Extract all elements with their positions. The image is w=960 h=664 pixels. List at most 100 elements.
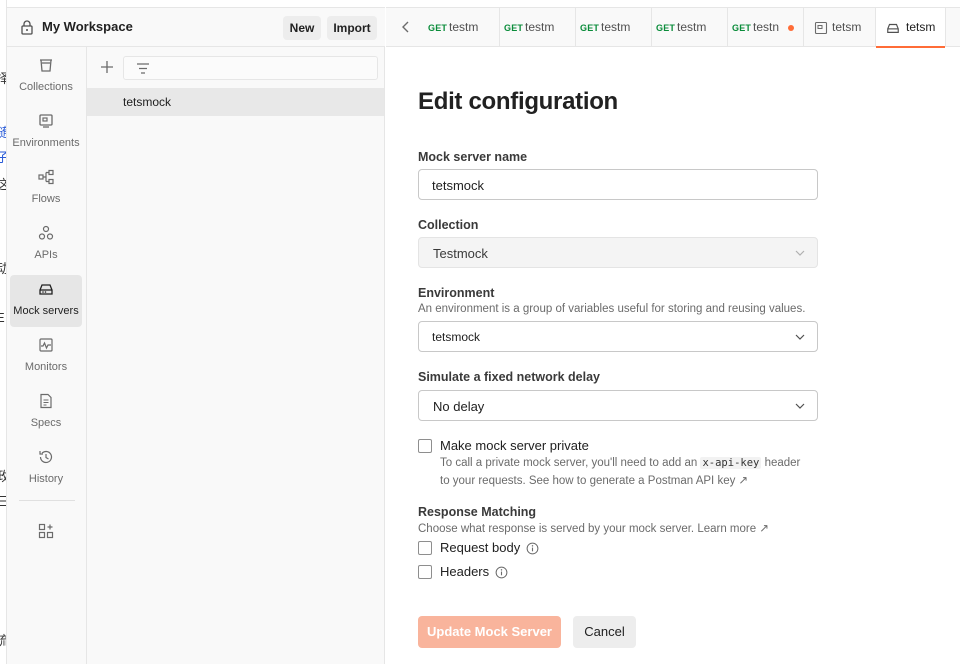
- delay-select[interactable]: No delay: [418, 390, 818, 421]
- collection-select: Testmock: [418, 237, 818, 268]
- sidebar-item-label: Flows: [31, 193, 61, 205]
- request-icon: [814, 21, 828, 35]
- sidebar-item-flows[interactable]: Flows: [10, 163, 82, 215]
- delay-value: No delay: [433, 399, 485, 414]
- list-item[interactable]: tetsmock: [87, 88, 384, 116]
- sidebar-item-specs[interactable]: Specs: [10, 387, 82, 439]
- lock-icon: [21, 20, 33, 35]
- sidebar-item-label: Collections: [19, 81, 73, 93]
- unsaved-changes-dot: [788, 25, 794, 31]
- tab-request[interactable]: GET testm: [424, 8, 500, 47]
- tab-bar: GET testm GET testm GET testm GET testm …: [386, 7, 960, 48]
- sidebar-item-label: APIs: [34, 249, 58, 261]
- sidebar-item-collections[interactable]: Collections: [10, 51, 82, 103]
- sidebar-item-label: History: [28, 473, 64, 485]
- chevron-down-icon: [795, 334, 805, 340]
- tab-name: testm: [677, 20, 707, 34]
- background-glyph: 随: [0, 122, 6, 141]
- mock-name-label: Mock server name: [418, 150, 528, 164]
- tab-method: GET: [580, 23, 600, 33]
- tab-method: GET: [428, 23, 448, 33]
- sidebar: Collections Environments Flows APIs Mock…: [7, 47, 87, 664]
- tab-request[interactable]: GET testm: [576, 8, 652, 47]
- mock-servers-list-panel: tetsmock: [87, 47, 385, 664]
- background-glyph: 择: [0, 68, 6, 87]
- tab-request[interactable]: GET testm: [652, 8, 728, 47]
- private-label: Make mock server private: [440, 438, 589, 453]
- collection-label: Collection: [418, 218, 479, 232]
- edit-configuration-panel: Edit configuration Mock server name tets…: [386, 48, 960, 664]
- background-glyph: 子: [0, 147, 6, 166]
- sidebar-item-label: Mock servers: [13, 305, 79, 317]
- background-window-edge: 择 随 子 这 动 E 政 三 流: [0, 0, 7, 664]
- sidebar-item-label: Specs: [30, 417, 62, 429]
- workspace-header: My Workspace New Import: [7, 7, 385, 47]
- headers-checkbox[interactable]: [418, 565, 432, 579]
- background-glyph: E: [0, 310, 5, 325]
- history-icon: [39, 450, 53, 464]
- sidebar-divider: [19, 500, 75, 501]
- sidebar-item-label: Monitors: [24, 361, 68, 373]
- monitors-icon: [39, 338, 53, 352]
- collection-value: Testmock: [433, 246, 488, 261]
- tab-method: GET: [732, 23, 752, 33]
- response-matching-label: Response Matching: [418, 505, 537, 519]
- list-item-name: tetsmock: [123, 95, 172, 109]
- request-body-label: Request body: [440, 540, 521, 555]
- tab-method: GET: [504, 23, 524, 33]
- filter-icon: [137, 63, 149, 74]
- tab-mock-server[interactable]: tetsm: [876, 8, 946, 48]
- sidebar-item-label: Environments: [12, 137, 80, 149]
- new-button[interactable]: New: [283, 16, 321, 40]
- info-icon[interactable]: [526, 542, 539, 555]
- mock-server-icon: [887, 23, 899, 33]
- collections-icon: [40, 59, 52, 72]
- tab-name: tetsm: [906, 20, 936, 34]
- tab-name: tetsm: [832, 20, 862, 34]
- background-glyph: 动: [0, 258, 6, 277]
- page-title: Edit configuration: [418, 88, 618, 115]
- flows-icon: [38, 169, 54, 185]
- response-matching-help[interactable]: Choose what response is served by your m…: [418, 521, 769, 535]
- mock-name-value: tetsmock: [432, 178, 485, 193]
- tab-name: testm: [525, 20, 555, 34]
- headers-label: Headers: [440, 564, 490, 579]
- sidebar-item-history[interactable]: History: [10, 443, 82, 495]
- info-icon[interactable]: [495, 566, 508, 579]
- sidebar-item-monitors[interactable]: Monitors: [10, 331, 82, 383]
- tab-method: GET: [656, 23, 676, 33]
- chevron-down-icon: [795, 403, 805, 409]
- sidebar-item-mock-servers[interactable]: Mock servers: [10, 275, 82, 327]
- chevron-left-icon[interactable]: [401, 21, 411, 33]
- request-body-checkbox[interactable]: [418, 541, 432, 555]
- configure-workbench-icon[interactable]: [38, 523, 54, 539]
- tab-request[interactable]: tetsm: [804, 8, 876, 47]
- private-help-text-part: header: [764, 457, 801, 469]
- private-help-text: To call a private mock server, you'll ne…: [440, 457, 800, 469]
- import-button[interactable]: Import: [327, 16, 377, 40]
- cancel-button[interactable]: Cancel: [573, 616, 636, 648]
- api-key-code: x-api-key: [700, 457, 762, 469]
- background-glyph: 这: [0, 174, 6, 193]
- environments-icon: [39, 114, 53, 128]
- environment-value: tetsmock: [432, 330, 481, 344]
- private-checkbox[interactable]: [418, 439, 432, 453]
- sidebar-item-apis[interactable]: APIs: [10, 219, 82, 271]
- filter-input[interactable]: [123, 56, 378, 80]
- specs-icon: [40, 393, 52, 409]
- workspace-name[interactable]: My Workspace: [42, 19, 133, 34]
- tab-name: testm: [449, 20, 479, 34]
- sidebar-item-environments[interactable]: Environments: [10, 107, 82, 159]
- environment-select[interactable]: tetsmock: [418, 321, 818, 352]
- add-icon[interactable]: [99, 59, 115, 75]
- update-mock-server-button[interactable]: Update Mock Server: [418, 616, 561, 648]
- tab-name: testn: [753, 20, 780, 34]
- tab-request[interactable]: GET testn: [728, 8, 804, 47]
- mock-name-input[interactable]: tetsmock: [418, 169, 818, 200]
- generate-api-key-link[interactable]: to your requests. See how to generate a …: [440, 473, 748, 487]
- environment-help-text: An environment is a group of variables u…: [418, 303, 806, 315]
- tab-request[interactable]: GET testm: [500, 8, 576, 47]
- apis-icon: [38, 225, 54, 240]
- mock-servers-icon: [39, 284, 53, 295]
- delay-label: Simulate a fixed network delay: [418, 370, 601, 384]
